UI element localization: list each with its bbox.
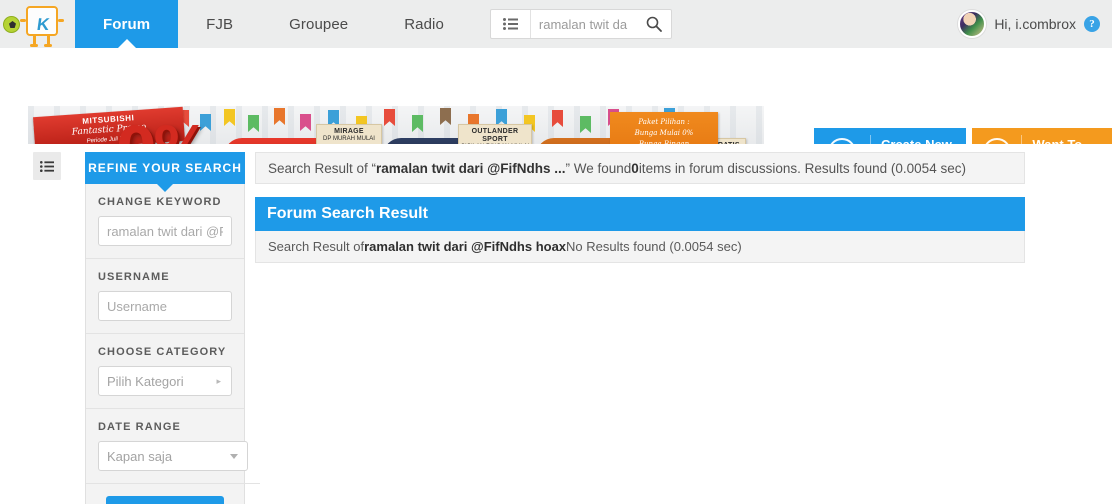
refine-search-sidebar: REFINE YOUR SEARCH CHANGE KEYWORD USERNA… bbox=[85, 152, 260, 504]
result-prefix: Search Result of bbox=[268, 239, 365, 254]
nav-item-forum[interactable]: Forum bbox=[75, 0, 179, 48]
banner-row: MITSUBISHI Fantastic Promo Periode Juli … bbox=[0, 48, 1112, 186]
ad-panel-l1: Paket Pilihan : bbox=[638, 118, 690, 126]
help-icon[interactable]: ? bbox=[1084, 16, 1100, 32]
change-keyword-input[interactable] bbox=[98, 216, 232, 246]
filter-label: CHANGE KEYWORD bbox=[98, 196, 222, 208]
filter-change-keyword: CHANGE KEYWORD bbox=[86, 184, 244, 259]
nav-item-fjb[interactable]: FJB bbox=[178, 0, 261, 48]
ad-tag-model: MIRAGE bbox=[334, 128, 364, 135]
nav-item-groupee[interactable]: Groupee bbox=[261, 0, 376, 48]
list-toggle-icon bbox=[40, 160, 54, 172]
nav-item-radio[interactable]: Radio bbox=[376, 0, 472, 48]
search-input[interactable] bbox=[530, 10, 637, 38]
filter-label: USERNAME bbox=[98, 271, 170, 283]
soccer-ball-icon bbox=[3, 16, 20, 33]
refine-your-search-tab[interactable]: REFINE YOUR SEARCH bbox=[85, 152, 245, 184]
page-content: REFINE YOUR SEARCH CHANGE KEYWORD USERNA… bbox=[0, 144, 1112, 504]
list-icon bbox=[502, 18, 518, 30]
choose-category-value: Pilih Kategori bbox=[107, 373, 184, 389]
date-range-select[interactable]: Kapan saja bbox=[98, 441, 248, 471]
site-logo[interactable]: K bbox=[0, 0, 75, 48]
nav-label: Forum bbox=[103, 15, 151, 33]
search-results-column: Search Result of “ramalan twit dari @Fif… bbox=[255, 152, 1025, 263]
search-submit-button[interactable] bbox=[637, 10, 671, 38]
avatar[interactable] bbox=[958, 10, 987, 38]
chevron-right-icon: ▸ bbox=[216, 375, 221, 386]
refine-filter-panel: CHANGE KEYWORD USERNAME CHOOSE CATEGORY … bbox=[85, 184, 260, 504]
site-header: K Forum FJB Groupee Radio ramalan twit d… bbox=[0, 0, 1112, 48]
main-navigation: Forum FJB Groupee Radio bbox=[75, 0, 472, 48]
nav-label: FJB bbox=[206, 15, 234, 33]
summary-prefix: Search Result of “ bbox=[268, 160, 377, 176]
panel-title: Forum Search Result bbox=[267, 205, 428, 222]
ad-panel-l2: Bunga Mulai 0% bbox=[634, 129, 694, 137]
forum-search-result-body: Search Result of ramalan twit dari @FifN… bbox=[255, 231, 1025, 263]
summary-middle: ” We found bbox=[565, 160, 632, 176]
result-query: ramalan twit dari @FifNdhs hoax bbox=[364, 239, 567, 254]
date-range-value: Kapan saja bbox=[107, 448, 173, 464]
filter-username: USERNAME bbox=[86, 259, 244, 334]
sidebar-toggle-button[interactable] bbox=[33, 152, 61, 180]
summary-count: 0 bbox=[631, 160, 639, 176]
filter-label: DATE RANGE bbox=[98, 421, 181, 433]
refine-search-button[interactable]: Refine Search bbox=[105, 496, 225, 504]
choose-category-select[interactable]: Pilih Kategori ▸ bbox=[98, 366, 232, 396]
summary-suffix: items in forum discussions. Results foun… bbox=[638, 160, 966, 176]
ad-tag-model: OUTLANDER SPORT bbox=[471, 128, 519, 143]
username-input[interactable] bbox=[98, 291, 232, 321]
refine-tab-label: REFINE YOUR SEARCH bbox=[88, 161, 242, 175]
result-suffix: No Results found (0.0054 sec) bbox=[566, 239, 742, 254]
filter-date-range: DATE RANGE Kapan saja bbox=[86, 409, 260, 484]
nav-label: Radio bbox=[404, 15, 444, 33]
refine-submit-row: Refine Search bbox=[86, 484, 244, 504]
filter-choose-category: CHOOSE CATEGORY Pilih Kategori ▸ bbox=[86, 334, 244, 409]
forum-search-result-header: Forum Search Result bbox=[255, 197, 1025, 231]
chevron-down-icon bbox=[230, 453, 238, 459]
search-category-icon[interactable] bbox=[491, 10, 531, 38]
header-search bbox=[489, 9, 672, 39]
user-greeting[interactable]: Hi, i.combrox bbox=[994, 16, 1076, 32]
search-icon bbox=[646, 16, 662, 32]
search-summary-bar: Search Result of “ramalan twit dari @Fif… bbox=[255, 152, 1025, 184]
kaskus-mascot-icon: K bbox=[20, 3, 64, 47]
summary-query: ramalan twit dari @FifNdhs ... bbox=[376, 160, 566, 176]
user-area: Hi, i.combrox ? bbox=[958, 0, 1112, 48]
filter-label: CHOOSE CATEGORY bbox=[98, 346, 227, 358]
nav-label: Groupee bbox=[289, 15, 349, 33]
